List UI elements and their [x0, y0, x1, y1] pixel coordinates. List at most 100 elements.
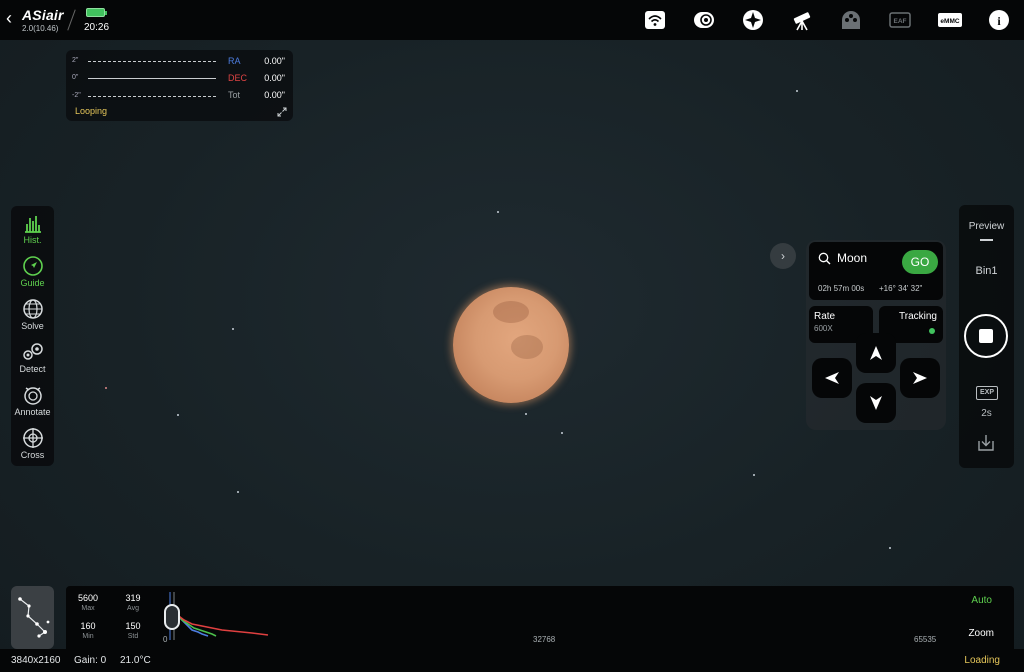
- constellation-thumbnail[interactable]: [11, 586, 54, 649]
- star: [105, 387, 107, 389]
- mode-underline: [980, 239, 993, 241]
- wifi-icon[interactable]: [644, 9, 666, 31]
- hist-min-label: Min: [82, 633, 94, 640]
- arrow-right-icon: [913, 372, 927, 384]
- target-dec: +16° 34' 32": [879, 284, 923, 293]
- move-north-button[interactable]: [856, 333, 896, 373]
- tot-key: Tot: [228, 90, 241, 100]
- tool-annotate-label: Annotate: [14, 407, 51, 417]
- camera-icon[interactable]: [693, 9, 715, 31]
- tracking-label: Tracking: [899, 311, 937, 322]
- hist-std-label: Std: [127, 633, 139, 640]
- star: [232, 328, 234, 330]
- exposure-time[interactable]: 2s: [959, 408, 1014, 419]
- app-brand: ASiair: [22, 7, 64, 23]
- star: [237, 491, 239, 493]
- tool-hist-label: Hist.: [23, 235, 42, 245]
- tool-cross-label: Cross: [20, 450, 45, 460]
- guide-scope-icon[interactable]: [742, 9, 764, 31]
- dec-value: 0.00": [264, 73, 285, 83]
- star: [796, 90, 798, 92]
- divider: [67, 9, 76, 31]
- hist-tick-mid: 32768: [533, 635, 556, 644]
- star: [497, 211, 499, 213]
- arrow-up-icon: [870, 346, 882, 360]
- hist-avg-label: Avg: [127, 605, 139, 612]
- hist-min-value: 160: [80, 621, 96, 631]
- star: [525, 413, 527, 415]
- goto-search-box[interactable]: Moon GO 02h 57m 00s +16° 34' 32": [809, 242, 943, 300]
- chevron-right-icon[interactable]: ›: [770, 243, 796, 269]
- hist-max-value: 5600: [77, 593, 99, 603]
- crosshair-icon: [22, 428, 43, 448]
- move-east-button[interactable]: [900, 358, 940, 398]
- ra-key: RA: [228, 56, 241, 66]
- tool-cross[interactable]: Cross: [11, 423, 54, 465]
- tool-detect-label: Detect: [19, 364, 46, 374]
- star: [753, 474, 755, 476]
- star: [889, 547, 891, 549]
- guide-status: Looping: [75, 106, 108, 116]
- tool-guide[interactable]: Guide: [11, 251, 54, 293]
- tot-value: 0.00": [264, 90, 285, 100]
- clock: 20:26: [84, 22, 110, 33]
- star: [561, 432, 563, 434]
- exposure-icon[interactable]: EXP: [976, 386, 998, 400]
- target-name[interactable]: Moon: [837, 251, 867, 265]
- moon-image: [453, 287, 569, 403]
- left-toolbar: Hist. Guide Solve Detect Annotate Cross: [11, 206, 54, 466]
- tool-hist[interactable]: Hist.: [11, 208, 54, 250]
- guide-graph-panel[interactable]: 2" 0" -2" RA 0.00" DEC 0.00" Tot 0.00" L…: [66, 50, 293, 121]
- axis-label-top: 2": [72, 57, 79, 64]
- tool-annotate[interactable]: Annotate: [11, 380, 54, 422]
- expand-icon[interactable]: [277, 104, 287, 117]
- go-button[interactable]: GO: [902, 250, 938, 274]
- move-south-button[interactable]: [856, 383, 896, 423]
- guide-line-bottom: [88, 96, 216, 97]
- tool-solve[interactable]: Solve: [11, 294, 54, 336]
- app-version: 2.0(10.46): [22, 24, 59, 33]
- tracking-status-dot: [929, 328, 935, 334]
- back-icon[interactable]: ‹: [6, 8, 20, 28]
- hist-tick-end: 65535: [914, 635, 937, 644]
- svg-text:eMMC: eMMC: [940, 18, 959, 25]
- rate-label: Rate: [814, 311, 836, 322]
- stop-button[interactable]: [964, 314, 1008, 358]
- mount-control-panel: Moon GO 02h 57m 00s +16° 34' 32" Rate 60…: [806, 240, 946, 430]
- battery-icon: [86, 8, 107, 17]
- auto-stretch-button[interactable]: Auto: [971, 595, 992, 606]
- capture-panel: Preview Bin1 EXP 2s: [959, 205, 1014, 468]
- hist-std-value: 150: [125, 621, 141, 631]
- efw-icon[interactable]: [840, 9, 862, 31]
- search-icon: [818, 252, 831, 265]
- info-icon[interactable]: i: [988, 9, 1010, 31]
- top-bar: ‹ ASiair 2.0(10.46) 20:26 EAF eMMC i: [0, 0, 1024, 40]
- mode-selector[interactable]: Preview: [959, 221, 1014, 232]
- histogram-stretch-handle[interactable]: [164, 604, 180, 630]
- guide-line-zero: [88, 78, 216, 79]
- tool-guide-label: Guide: [20, 278, 45, 288]
- gain: Gain: 0: [74, 655, 107, 666]
- hist-avg-value: 319: [125, 593, 141, 603]
- save-icon[interactable]: [976, 433, 996, 453]
- star: [177, 414, 179, 416]
- tool-detect[interactable]: Detect: [11, 337, 54, 379]
- dec-key: DEC: [228, 73, 248, 83]
- target-ra: 02h 57m 00s: [818, 284, 865, 293]
- move-west-button[interactable]: [812, 358, 852, 398]
- arrow-down-icon: [870, 396, 882, 410]
- emmc-icon[interactable]: eMMC: [937, 9, 963, 31]
- guide-line-top: [88, 61, 216, 62]
- bin-selector[interactable]: Bin1: [959, 265, 1014, 277]
- telescope-icon[interactable]: [791, 9, 813, 31]
- guide-icon: [22, 256, 43, 276]
- detect-icon: [22, 343, 43, 360]
- globe-icon: [22, 299, 43, 319]
- annotate-icon: [23, 387, 42, 405]
- eaf-icon[interactable]: EAF: [889, 9, 911, 31]
- loading-status: Loading: [964, 655, 1000, 666]
- axis-label-mid: 0": [72, 74, 79, 81]
- tool-solve-label: Solve: [21, 321, 44, 331]
- arrow-left-icon: [825, 372, 839, 384]
- zoom-button[interactable]: Zoom: [968, 628, 994, 639]
